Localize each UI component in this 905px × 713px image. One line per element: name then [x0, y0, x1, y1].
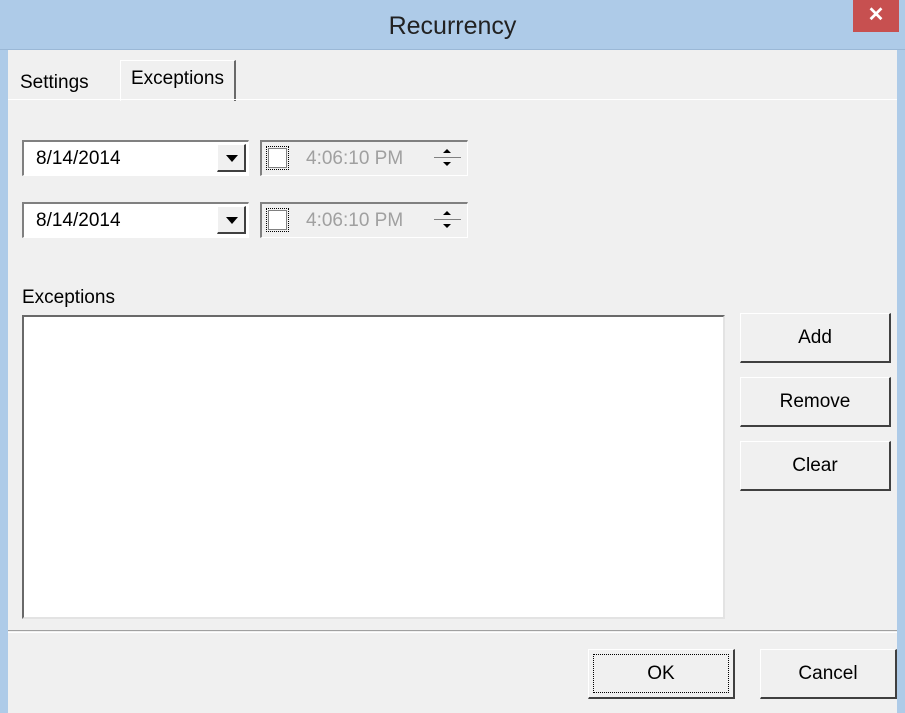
spin-up-icon[interactable] — [434, 207, 461, 220]
end-time-spinner[interactable] — [434, 207, 461, 233]
tab-exceptions[interactable]: Exceptions — [120, 60, 236, 101]
exceptions-list[interactable] — [22, 315, 725, 619]
end-time-checkbox[interactable] — [266, 208, 289, 232]
chevron-down-icon — [226, 217, 238, 224]
end-time-picker[interactable]: 4:06:10 PM — [260, 202, 468, 238]
end-time-value: 4:06:10 PM — [306, 210, 404, 231]
add-button[interactable]: Add — [740, 313, 891, 363]
end-date-dropdown-button[interactable] — [217, 206, 246, 234]
spin-down-icon[interactable] — [434, 158, 461, 171]
start-time-spinner[interactable] — [434, 145, 461, 171]
title-bar: Recurrency ✕ — [0, 0, 905, 50]
clear-button[interactable]: Clear — [740, 441, 891, 491]
end-date-picker[interactable]: 8/14/2014 — [22, 202, 249, 238]
spin-up-icon[interactable] — [434, 145, 461, 158]
window-title: Recurrency — [388, 12, 517, 40]
chevron-down-icon — [226, 155, 238, 162]
cancel-button[interactable]: Cancel — [760, 649, 897, 699]
window-frame-left — [0, 50, 8, 713]
footer-divider — [8, 630, 897, 633]
start-time-checkbox[interactable] — [266, 146, 289, 170]
remove-button[interactable]: Remove — [740, 377, 891, 427]
start-date-value: 8/14/2014 — [36, 148, 121, 169]
dialog-client-area: Settings Exceptions 8/14/2014 4:06:10 PM… — [8, 50, 897, 713]
ok-button[interactable]: OK — [588, 649, 735, 699]
spin-down-icon[interactable] — [434, 220, 461, 233]
close-icon: ✕ — [867, 4, 885, 26]
tab-settings[interactable]: Settings — [10, 69, 99, 99]
end-date-value: 8/14/2014 — [36, 210, 121, 231]
start-date-picker[interactable]: 8/14/2014 — [22, 140, 249, 176]
ok-button-label: OK — [593, 654, 729, 693]
start-date-dropdown-button[interactable] — [217, 144, 246, 172]
start-time-picker[interactable]: 4:06:10 PM — [260, 140, 468, 176]
start-time-value: 4:06:10 PM — [306, 148, 404, 169]
tab-divider — [8, 99, 897, 101]
window-frame-right — [897, 50, 905, 713]
exceptions-label: Exceptions — [22, 287, 115, 308]
close-button[interactable]: ✕ — [853, 0, 899, 32]
